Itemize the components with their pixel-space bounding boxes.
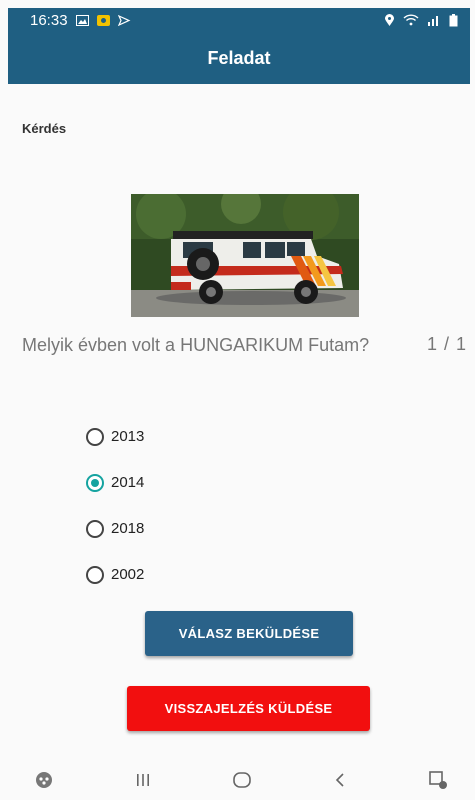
option-2002[interactable]: 2002 bbox=[86, 563, 144, 586]
status-right bbox=[384, 13, 458, 27]
radio-button[interactable] bbox=[86, 519, 104, 538]
status-left: 16:33 bbox=[30, 12, 131, 29]
suv-photo bbox=[131, 194, 359, 317]
screenshot-icon[interactable] bbox=[428, 770, 448, 790]
signal-icon bbox=[428, 16, 438, 26]
option-2013[interactable]: 2013 bbox=[86, 425, 144, 448]
page-title: Feladat bbox=[207, 47, 271, 68]
radio-button[interactable] bbox=[86, 565, 104, 584]
option-label: 2002 bbox=[111, 566, 145, 583]
option-label: 2018 bbox=[111, 520, 145, 537]
recent-apps-icon[interactable] bbox=[135, 772, 151, 788]
wifi-icon bbox=[403, 14, 419, 26]
image-icon bbox=[75, 14, 89, 26]
option-2018[interactable]: 2018 bbox=[86, 517, 144, 540]
status-bar: 16:33 bbox=[8, 8, 470, 32]
home-icon[interactable] bbox=[232, 771, 252, 789]
answer-options: 2013 2014 2018 2002 bbox=[86, 425, 144, 609]
option-label: 2013 bbox=[111, 428, 145, 445]
game-icon[interactable] bbox=[34, 771, 54, 789]
submit-answer-button[interactable]: VÁLASZ BEKÜLDÉSE bbox=[145, 611, 353, 656]
cast-icon bbox=[117, 14, 131, 26]
option-2014[interactable]: 2014 bbox=[86, 471, 144, 494]
question-section-label: Kérdés bbox=[22, 121, 67, 136]
location-icon bbox=[385, 13, 394, 26]
system-nav-bar bbox=[8, 760, 470, 800]
question-image bbox=[131, 194, 359, 317]
option-label: 2014 bbox=[111, 474, 145, 491]
radio-button[interactable] bbox=[86, 427, 104, 446]
battery-icon bbox=[449, 13, 458, 26]
back-icon[interactable] bbox=[333, 772, 347, 788]
app-bar: Feladat bbox=[8, 32, 470, 84]
send-feedback-button[interactable]: VISSZAJELZÉS KÜLDÉSE bbox=[127, 686, 370, 731]
radio-button-selected[interactable] bbox=[86, 473, 104, 492]
notification-icon bbox=[96, 14, 110, 26]
status-time: 16:33 bbox=[30, 11, 68, 29]
question-text: Melyik évben volt a HUNGARIKUM Futam? bbox=[22, 335, 370, 355]
question-counter: 1 / 1 bbox=[426, 334, 467, 354]
